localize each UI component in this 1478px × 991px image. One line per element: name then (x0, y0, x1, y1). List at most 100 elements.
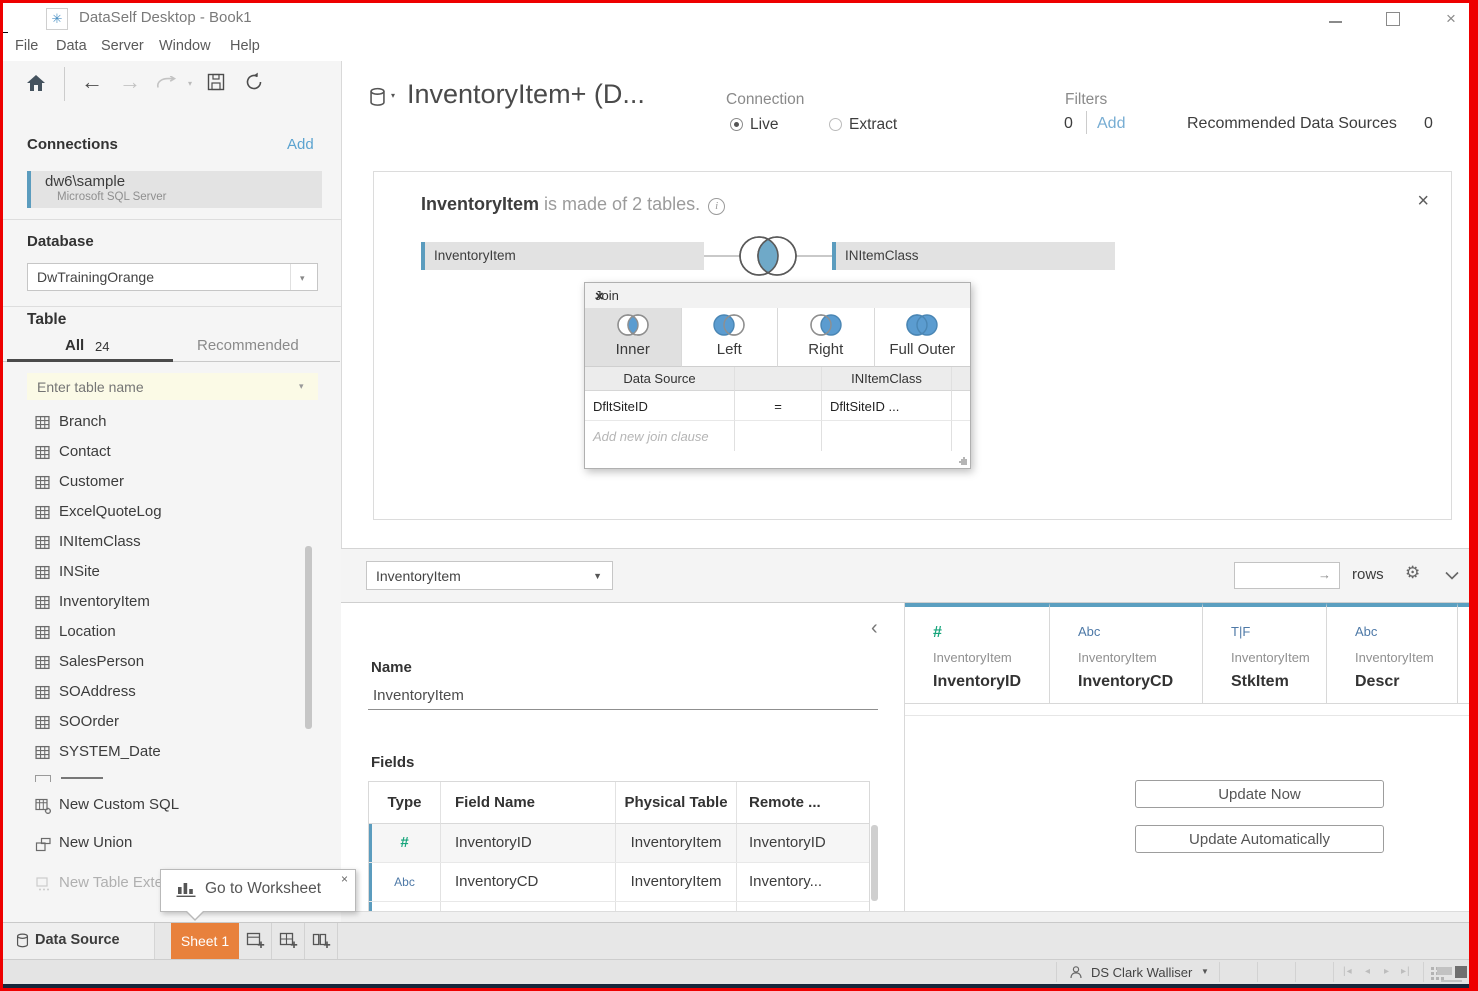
menu-window[interactable]: Window (159, 38, 211, 54)
join-type-full-outer[interactable]: Full Outer (875, 308, 971, 367)
clause-operator[interactable]: = (735, 391, 822, 421)
filmstrip-view-icon[interactable] (1437, 967, 1452, 975)
table-list-item[interactable]: INItemClass (27, 528, 317, 558)
field-row[interactable]: Abc InventoryCD InventoryItem Inventory.… (369, 863, 869, 902)
name-value[interactable]: InventoryItem (373, 687, 464, 704)
table-list-item[interactable]: Location (27, 618, 317, 648)
datasource-cylinder-icon[interactable] (369, 87, 386, 107)
table-search-input[interactable] (27, 373, 318, 400)
tab-sheet1[interactable]: Sheet 1 (171, 923, 239, 959)
preview-column-header-clipped[interactable]: # Inve Iter (1458, 603, 1478, 703)
back-icon[interactable]: ← (81, 69, 103, 95)
table-list-item[interactable]: Contact (27, 438, 317, 468)
add-connection-link[interactable]: Add (287, 136, 314, 153)
clause-left-field[interactable]: DfltSiteID (585, 391, 735, 421)
save-icon[interactable] (207, 73, 225, 91)
first-sheet-icon[interactable]: |◂ (1343, 966, 1353, 977)
fullscreen-view-icon[interactable] (1455, 966, 1467, 978)
database-dropdown[interactable]: DwTrainingOrange ▾ (27, 263, 318, 291)
new-custom-sql[interactable]: New Custom SQL (27, 791, 317, 821)
col-type[interactable]: Type (369, 782, 441, 824)
table-list-item[interactable]: SalesPerson (27, 648, 317, 678)
left-table-bar[interactable]: InventoryItem (421, 242, 704, 270)
info-icon[interactable]: i (708, 198, 725, 215)
table-list-item[interactable]: SYSTEM_Date (27, 738, 317, 768)
join-clause-row[interactable]: DfltSiteID = DfltSiteID ... (585, 391, 970, 421)
show-tabs-view-icon[interactable] (1431, 967, 1434, 970)
preview-column-header[interactable]: # InventoryItem InventoryID (905, 603, 1050, 703)
maximize-button[interactable] (1379, 10, 1407, 28)
last-sheet-icon[interactable]: ▸| (1401, 966, 1411, 977)
col-physical-table[interactable]: Physical Table (616, 782, 737, 824)
join-type-right[interactable]: Right (778, 308, 875, 367)
previous-sheet-icon[interactable]: ◂ (1365, 966, 1371, 977)
table-list-item[interactable]: SOAddress (27, 678, 317, 708)
preview-column-header[interactable]: T|F InventoryItem StkItem (1203, 603, 1327, 703)
table-list-item[interactable]: InventoryItem (27, 588, 317, 618)
field-row[interactable]: # InventoryID InventoryItem InventoryID (369, 824, 869, 863)
datasource-caret-icon[interactable]: ▾ (391, 91, 395, 100)
next-sheet-icon[interactable]: ▸ (1384, 966, 1390, 977)
table-list-item[interactable]: Branch (27, 408, 317, 438)
extract-radio-label[interactable]: Extract (849, 116, 897, 134)
join-type-inner[interactable]: Inner (585, 308, 682, 367)
filters-add-link[interactable]: Add (1097, 115, 1125, 133)
preview-column-header[interactable]: Abc InventoryItem InventoryCD (1050, 603, 1203, 703)
join-venn-icon[interactable] (735, 229, 801, 283)
tab-data-source[interactable]: Data Source (3, 923, 155, 959)
live-radio-label[interactable]: Live (750, 116, 778, 134)
refresh-icon[interactable] (244, 72, 264, 92)
close-button[interactable]: × (1437, 9, 1465, 29)
user-menu-caret-icon[interactable]: ▼ (1201, 967, 1209, 976)
table-list-item[interactable]: SOOrder (27, 708, 317, 738)
forward-icon[interactable]: → (119, 69, 141, 95)
home-icon[interactable] (26, 74, 46, 92)
search-caret-icon[interactable]: ▾ (299, 381, 304, 392)
gear-icon[interactable]: ⚙ (1405, 563, 1420, 583)
col-field-name[interactable]: Field Name (441, 782, 616, 824)
redo-icon[interactable] (155, 76, 179, 89)
datasource-title[interactable]: InventoryItem+ (D... (407, 79, 645, 110)
table-list-item[interactable]: INSite (27, 558, 317, 588)
add-join-clause-row[interactable]: Add new join clause (585, 421, 970, 451)
go-to-worksheet-tooltip[interactable]: Go to Worksheet × (160, 869, 356, 912)
new-worksheet-button[interactable] (239, 923, 272, 959)
tooltip-close-icon[interactable]: × (341, 872, 348, 886)
right-table-bar[interactable]: INItemClass (832, 242, 1115, 270)
join-dialog-close-icon[interactable]: × (595, 288, 961, 305)
new-story-button[interactable] (305, 923, 338, 959)
menu-file[interactable]: File (15, 38, 38, 54)
sidebar-scrollbar[interactable] (305, 546, 312, 729)
collapse-chevron-left-icon[interactable]: ‹ (871, 617, 878, 640)
close-join-canvas-icon[interactable]: × (1417, 190, 1429, 213)
redo-caret-icon[interactable]: ▾ (188, 79, 192, 88)
user-menu[interactable]: DS Clark Walliser (1091, 965, 1192, 980)
table-list-item[interactable]: ExcelQuoteLog (27, 498, 317, 528)
preview-column-header[interactable]: Abc InventoryItem Descr (1327, 603, 1458, 703)
database-dropdown-caret[interactable]: ▾ (290, 264, 317, 290)
rows-limit-input[interactable]: → (1234, 562, 1340, 589)
resize-grip-icon[interactable] (961, 459, 967, 465)
join-type-left[interactable]: Left (682, 308, 779, 367)
tab-recommended[interactable]: Recommended (197, 337, 299, 354)
new-union[interactable]: New Union (27, 829, 317, 859)
menu-data[interactable]: Data (56, 38, 87, 54)
clause-right-field[interactable]: DfltSiteID ... (822, 391, 952, 421)
update-automatically-button[interactable]: Update Automatically (1135, 825, 1384, 853)
connection-card[interactable]: dw6\sample Microsoft SQL Server (27, 171, 322, 208)
minimize-button[interactable] (1321, 15, 1349, 29)
new-dashboard-button[interactable] (272, 923, 305, 959)
fields-scrollbar[interactable] (871, 825, 878, 901)
menu-server[interactable]: Server (101, 38, 144, 54)
add-join-clause-placeholder[interactable]: Add new join clause (585, 421, 735, 451)
menu-help[interactable]: Help (230, 38, 260, 54)
live-radio[interactable] (730, 118, 743, 131)
clause-col-datasource: Data Source (585, 367, 735, 391)
update-now-button[interactable]: Update Now (1135, 780, 1384, 808)
extract-radio[interactable] (829, 118, 842, 131)
table-selector-dropdown[interactable]: InventoryItem ▼ (366, 561, 613, 590)
chevron-down-icon[interactable] (1445, 571, 1459, 580)
tab-all[interactable]: All (65, 337, 84, 354)
col-remote[interactable]: Remote ... (737, 782, 869, 824)
table-list-item[interactable]: Customer (27, 468, 317, 498)
